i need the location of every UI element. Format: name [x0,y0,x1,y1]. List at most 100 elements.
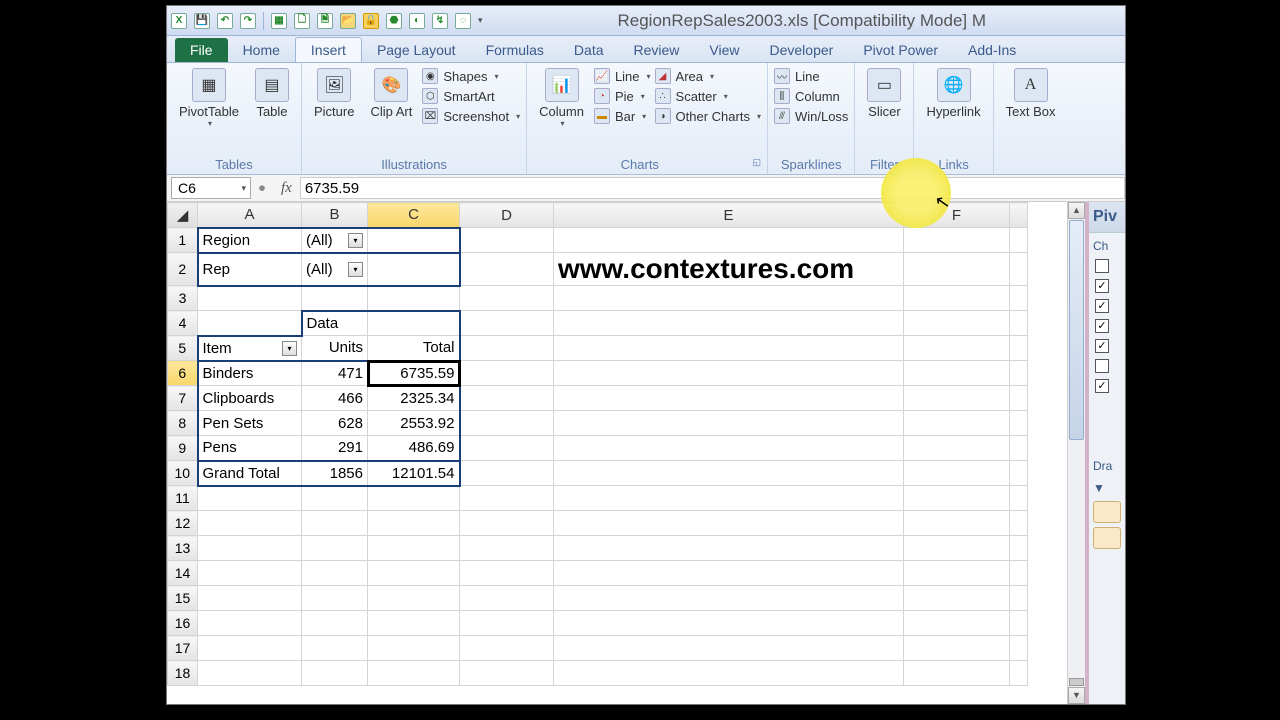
cell-a6[interactable]: Binders [198,361,302,386]
cell-b4[interactable]: Data [302,311,368,336]
bar-chart-button[interactable]: ▬Bar▾ [594,108,651,124]
cell-b6[interactable]: 471 [302,361,368,386]
cell-b9[interactable]: 291 [302,436,368,461]
sparkline-column-button[interactable]: ⫼Column [774,88,848,104]
cell-b2[interactable]: (All)▾ [302,253,368,286]
tab-formulas[interactable]: Formulas [471,38,559,62]
row-header-5[interactable]: 5 [168,336,198,361]
row-header-1[interactable]: 1 [168,228,198,253]
tab-developer[interactable]: Developer [755,38,849,62]
drop-zone-1[interactable] [1093,501,1121,523]
cell-c5[interactable]: Total [368,336,460,361]
col-header-d[interactable]: D [460,203,554,228]
tab-insert[interactable]: Insert [295,37,362,62]
field-checkbox-0[interactable] [1095,259,1109,273]
cell-b10[interactable]: 1856 [302,461,368,486]
pivottable-button[interactable]: ▦PivotTable▾ [173,66,245,130]
undo-icon[interactable]: ↶ [217,13,233,29]
fx-cancel-icon[interactable]: ⏺ [251,181,273,196]
tab-review[interactable]: Review [619,38,695,62]
slicer-button[interactable]: ▭Slicer [861,66,907,121]
scroll-up-arrow[interactable]: ▲ [1068,202,1085,219]
rep-filter-dropdown[interactable]: ▾ [348,262,363,277]
field-checkbox-4[interactable]: ✓ [1095,339,1109,353]
tab-page-layout[interactable]: Page Layout [362,38,471,62]
cell-a2[interactable]: Rep [198,253,302,286]
cell-a7[interactable]: Clipboards [198,386,302,411]
cell-b8[interactable]: 628 [302,411,368,436]
formula-input[interactable]: 6735.59 [300,177,1125,199]
cell-a9[interactable]: Pens [198,436,302,461]
scroll-thumb[interactable] [1069,220,1084,440]
name-box[interactable]: C6▾ [171,177,251,199]
field-checkbox-1[interactable]: ✓ [1095,279,1109,293]
shapes-button[interactable]: ◉Shapes▾ [422,68,520,84]
area-chart-button[interactable]: ◢Area▾ [655,68,761,84]
region-filter-dropdown[interactable]: ▾ [348,233,363,248]
field-checkbox-6[interactable]: ✓ [1095,379,1109,393]
qat-icon-5[interactable]: 🔒 [363,13,379,29]
row-header-7[interactable]: 7 [168,386,198,411]
col-header-a[interactable]: A [198,203,302,228]
split-handle[interactable] [1069,678,1084,686]
field-checkbox-2[interactable]: ✓ [1095,299,1109,313]
fx-icon[interactable]: fx [273,180,300,197]
cell-a5[interactable]: Item▾ [198,336,302,361]
select-all-corner[interactable]: ◢ [168,203,198,228]
drop-zone-2[interactable] [1093,527,1121,549]
row-header-6[interactable]: 6 [168,361,198,386]
col-header-c[interactable]: C [368,203,460,228]
cell-c2[interactable] [368,253,460,286]
qat-icon-2[interactable]: 🗋 [294,13,310,29]
sparkline-winloss-button[interactable]: ⫻Win/Loss [774,108,848,124]
tab-file[interactable]: File [175,38,228,62]
cell-c8[interactable]: 2553.92 [368,411,460,436]
hyperlink-button[interactable]: 🌐Hyperlink [920,66,986,121]
picture-button[interactable]: 🖼Picture [308,66,360,121]
textbox-button[interactable]: AText Box [1000,66,1062,121]
column-chart-button[interactable]: 📊Column▾ [533,66,590,130]
clipart-button[interactable]: 🎨Clip Art [364,66,418,121]
col-header-b[interactable]: B [302,203,368,228]
cell-b1[interactable]: (All)▾ [302,228,368,253]
qat-icon-6[interactable]: ⬣ [386,13,402,29]
row-header-2[interactable]: 2 [168,253,198,286]
field-checkbox-5[interactable] [1095,359,1109,373]
item-filter-dropdown[interactable]: ▾ [282,341,297,356]
qat-icon-4[interactable]: 📂 [340,13,356,29]
tab-view[interactable]: View [694,38,754,62]
field-checkbox-3[interactable]: ✓ [1095,319,1109,333]
tab-home[interactable]: Home [228,38,295,62]
line-chart-button[interactable]: 📈Line▾ [594,68,651,84]
qat-icon-3[interactable]: 🗎 [317,13,333,29]
cell-a1[interactable]: Region [198,228,302,253]
cell-c7[interactable]: 2325.34 [368,386,460,411]
qat-icon-7[interactable]: ◐ [409,13,425,29]
row-header-10[interactable]: 10 [168,461,198,486]
screenshot-button[interactable]: ⌧Screenshot▾ [422,108,520,124]
scroll-down-arrow[interactable]: ▼ [1068,687,1085,704]
cell-b7[interactable]: 466 [302,386,368,411]
cell-c10[interactable]: 12101.54 [368,461,460,486]
pie-chart-button[interactable]: ◔Pie▾ [594,88,651,104]
tab-add-ins[interactable]: Add-Ins [953,38,1031,62]
tab-data[interactable]: Data [559,38,619,62]
cell-a8[interactable]: Pen Sets [198,411,302,436]
redo-icon[interactable]: ↷ [240,13,256,29]
cell-a10[interactable]: Grand Total [198,461,302,486]
cell-b5[interactable]: Units [302,336,368,361]
qat-icon-9[interactable]: ◌ [455,13,471,29]
qat-icon-1[interactable]: ▦ [271,13,287,29]
row-header-3[interactable]: 3 [168,286,198,311]
scatter-chart-button[interactable]: ∴Scatter▾ [655,88,761,104]
other-charts-button[interactable]: ◑Other Charts▾ [655,108,761,124]
vertical-scrollbar[interactable]: ▲ ▼ [1067,202,1085,704]
smartart-button[interactable]: ⬡SmartArt [422,88,520,104]
cell-c9[interactable]: 486.69 [368,436,460,461]
col-header-e[interactable]: E [554,203,904,228]
qat-icon-8[interactable]: ↯ [432,13,448,29]
col-header-f[interactable]: F [904,203,1010,228]
sparkline-line-button[interactable]: 〰Line [774,68,848,84]
table-button[interactable]: ▤Table [249,66,295,121]
charts-dialog-launcher[interactable]: ◱ [752,157,761,168]
